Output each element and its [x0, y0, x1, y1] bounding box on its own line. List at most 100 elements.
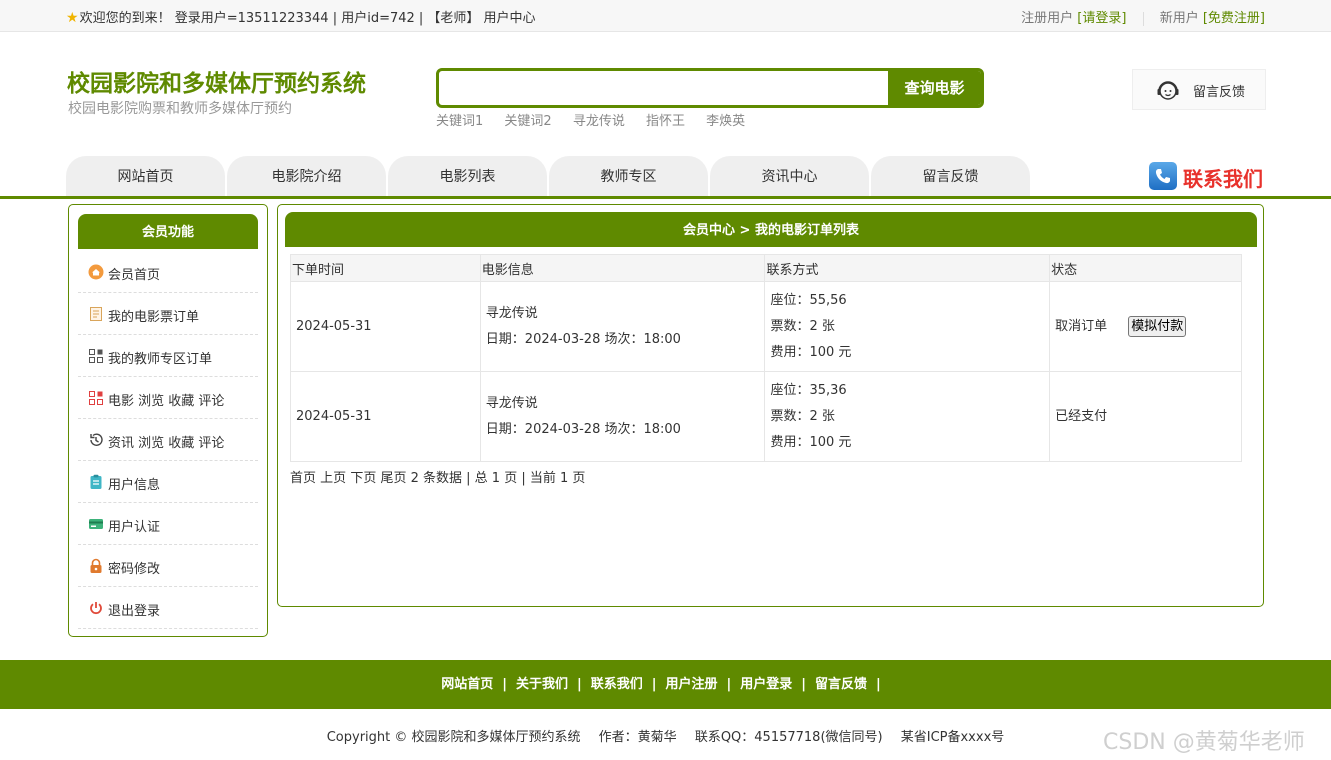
pagination: 首页 上页 下页 尾页 2 条数据 | 总 1 页 | 当前 1 页: [290, 467, 585, 486]
last-page-link[interactable]: 尾页: [380, 471, 406, 486]
lock-icon: [90, 558, 102, 573]
sidebar-item-label: 我的电影票订单: [108, 310, 200, 325]
prev-page-link[interactable]: 上页: [320, 471, 346, 486]
footer-link-login[interactable]: 用户登录: [740, 677, 792, 692]
keyword-link[interactable]: 指怀王: [646, 114, 685, 129]
movie-info-cell: 寻龙传说 日期：2024-03-28 场次：18:00: [479, 281, 766, 372]
sidebar-item-label: 会员首页: [108, 268, 161, 283]
sidebar-item-logout[interactable]: 退出登录: [78, 587, 258, 629]
sidebar-item-teacher-orders[interactable]: 我的教师专区订单: [78, 335, 258, 377]
seat-info: 座位：55,56: [770, 292, 847, 308]
order-table: 下单时间 电影信息 联系方式 状态 2024-05-31 寻龙传说 日期：202…: [290, 254, 1242, 462]
register-link[interactable]: [免费注册]: [1203, 11, 1265, 26]
status-cell: 已经支付: [1049, 371, 1242, 462]
movie-schedule: 日期：2024-03-28 场次：18:00: [485, 331, 681, 347]
history-icon: [90, 433, 103, 446]
feedback-button[interactable]: 留言反馈: [1132, 69, 1266, 110]
divider: |: [876, 677, 881, 692]
column-header: 状态: [1049, 254, 1242, 282]
watermark: CSDN @黄菊华老师: [1103, 730, 1305, 755]
keyword-link[interactable]: 关键词1: [436, 114, 483, 129]
sidebar-item-label: 资讯 浏览 收藏 评论: [108, 436, 225, 451]
column-header: 电影信息: [479, 254, 766, 282]
home-icon: [88, 264, 104, 280]
login-link[interactable]: [请登录]: [1077, 11, 1126, 26]
cancel-order-link[interactable]: 取消订单: [1055, 319, 1107, 334]
divider: |: [651, 677, 657, 692]
top-bar: ★欢迎您的到来！ 登录用户=13511223344 | 用户id=742 | 【…: [0, 0, 1331, 32]
sidebar-item-movie-browse[interactable]: 电影 浏览 收藏 评论: [78, 377, 258, 419]
contact-us-label: 联系我们: [1183, 167, 1263, 191]
sidebar-item-label: 退出登录: [108, 604, 161, 619]
divider: [1142, 11, 1144, 26]
order-time: 2024-05-31: [290, 281, 481, 372]
footer-link-contact[interactable]: 联系我们: [591, 677, 643, 692]
search-input[interactable]: [439, 71, 891, 105]
column-header: 下单时间: [290, 254, 481, 282]
movie-info-cell: 寻龙传说 日期：2024-03-28 场次：18:00: [479, 371, 766, 462]
search-bar: 查询电影: [436, 68, 984, 108]
welcome-area: ★欢迎您的到来！ 登录用户=13511223344 | 用户id=742 | 【…: [66, 7, 536, 26]
clipboard-icon: [90, 474, 102, 489]
movie-name: 寻龙传说: [485, 395, 538, 411]
nav-item-teacher-zone[interactable]: 教师专区: [549, 156, 708, 196]
table-header-row: 下单时间 电影信息 联系方式 状态: [290, 254, 1242, 282]
order-time: 2024-05-31: [290, 371, 481, 462]
next-page-link[interactable]: 下页: [350, 471, 376, 486]
power-icon: [90, 602, 102, 615]
keyword-link[interactable]: 寻龙传说: [573, 114, 625, 129]
divider: |: [502, 677, 507, 692]
contact-info-cell: 座位：55,56 票数：2 张 费用：100 元: [764, 281, 1051, 372]
ticket-count: 票数：2 张: [770, 318, 835, 334]
footer-link-about[interactable]: 关于我们: [516, 677, 568, 692]
page-summary: 2 条数据 | 总 1 页 | 当前 1 页: [410, 471, 586, 486]
status-cell: 取消订单 模拟付款: [1049, 281, 1242, 372]
sidebar-item-news-browse[interactable]: 资讯 浏览 收藏 评论: [78, 419, 258, 461]
ticket-count: 票数：2 张: [770, 408, 835, 424]
member-sidebar: 会员功能 会员首页 我的电影票订单 我的教师专区订单 电影 浏览 收藏 评论 资…: [68, 204, 268, 637]
star-icon: ★: [66, 10, 79, 26]
grid-icon: [89, 349, 103, 363]
sidebar-item-label: 密码修改: [108, 562, 161, 577]
footer-link-register[interactable]: 用户注册: [666, 677, 718, 692]
sidebar-item-member-home[interactable]: 会员首页: [78, 251, 258, 293]
nav-item-movie-list[interactable]: 电影列表: [388, 156, 547, 196]
movie-name: 寻龙传说: [485, 305, 538, 321]
contact-info-cell: 座位：35,36 票数：2 张 费用：100 元: [764, 371, 1051, 462]
divider: |: [801, 677, 807, 692]
divider: |: [726, 677, 732, 692]
first-page-link[interactable]: 首页: [290, 471, 316, 486]
welcome-text: 欢迎您的到来！ 登录用户=13511223344 | 用户id=742 | 【老…: [79, 11, 536, 26]
search-movie-button[interactable]: 查询电影: [888, 71, 981, 105]
keyword-link[interactable]: 李焕英: [706, 114, 745, 129]
sidebar-item-label: 用户认证: [108, 520, 161, 535]
registered-user-label: 注册用户: [1021, 11, 1074, 26]
movie-schedule: 日期：2024-03-28 场次：18:00: [485, 421, 681, 437]
copyright-text: Copyright © 校园影院和多媒体厅预约系统: [326, 730, 581, 745]
status-badge: 已经支付: [1055, 408, 1108, 424]
seat-info: 座位：35,36: [770, 382, 847, 398]
sidebar-item-change-password[interactable]: 密码修改: [78, 545, 258, 587]
nav-item-feedback[interactable]: 留言反馈: [871, 156, 1030, 196]
site-subtitle: 校园电影院购票和教师多媒体厅预约: [68, 101, 292, 117]
sidebar-item-label: 电影 浏览 收藏 评论: [108, 394, 225, 409]
nav-divider: [0, 196, 1331, 199]
site-title: 校园影院和多媒体厅预约系统: [67, 71, 366, 97]
document-icon: [90, 307, 102, 321]
keyword-link[interactable]: 关键词2: [504, 114, 551, 129]
customer-service-icon: [1157, 81, 1179, 100]
sidebar-item-user-auth[interactable]: 用户认证: [78, 503, 258, 545]
table-row: 2024-05-31 寻龙传说 日期：2024-03-28 场次：18:00 座…: [290, 281, 1242, 372]
nav-item-cinema-intro[interactable]: 电影院介绍: [227, 156, 386, 196]
nav-item-news[interactable]: 资讯中心: [710, 156, 869, 196]
simulate-pay-button[interactable]: 模拟付款: [1128, 315, 1187, 337]
fee-info: 费用：100 元: [770, 434, 852, 450]
sidebar-menu: 会员首页 我的电影票订单 我的教师专区订单 电影 浏览 收藏 评论 资讯 浏览 …: [78, 251, 258, 629]
nav-item-home[interactable]: 网站首页: [66, 156, 225, 196]
footer-link-home[interactable]: 网站首页: [441, 677, 493, 692]
footer-link-feedback[interactable]: 留言反馈: [815, 677, 867, 692]
account-links: 注册用户 [请登录] 新用户 [免费注册]: [1021, 7, 1265, 26]
sidebar-item-movie-orders[interactable]: 我的电影票订单: [78, 293, 258, 335]
footer-nav: 网站首页 | 关于我们 | 联系我们 | 用户注册 | 用户登录 | 留言反馈 |: [0, 660, 1331, 709]
sidebar-item-user-info[interactable]: 用户信息: [78, 461, 258, 503]
